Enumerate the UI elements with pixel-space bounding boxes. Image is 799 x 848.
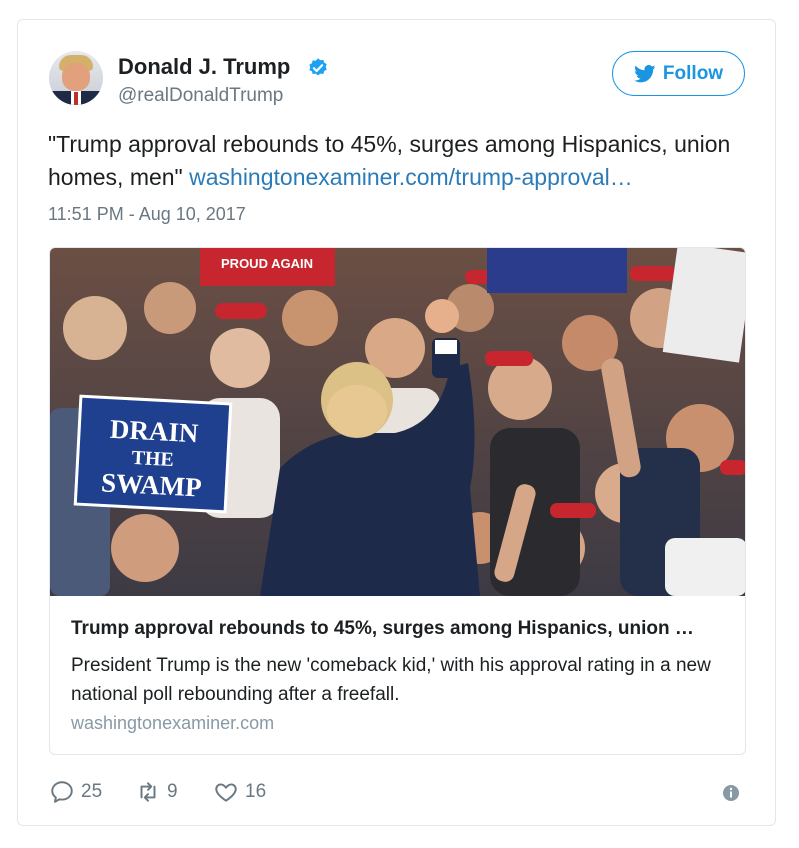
reply-button[interactable]: 25 [49,777,102,807]
drain-sign-line2: THE [131,447,174,471]
link-preview-card[interactable]: PROUD AGAIN DRAIN THE SWAMP Trump approv… [49,247,746,755]
drain-the-swamp-sign: DRAIN THE SWAMP [73,394,233,514]
drain-sign-line1: DRAIN [109,414,199,449]
author-handle[interactable]: @realDonaldTrump [118,85,283,107]
retweet-button[interactable]: 9 [135,777,178,807]
tweet-text: "Trump approval rebounds to 45%, surges … [48,128,748,194]
author-name[interactable]: Donald J. Trump [118,54,290,80]
retweet-icon [140,782,156,802]
retweet-count: 9 [167,781,178,802]
tweet-timestamp[interactable]: 11:51 PM - Aug 10, 2017 [48,204,246,225]
link-card-description: President Trump is the new 'comeback kid… [71,655,711,705]
reply-icon [51,781,73,803]
proud-sign-text: PROUD AGAIN [221,256,313,271]
twitter-bird-icon [634,64,656,82]
drain-sign-line3: SWAMP [100,467,202,502]
blue-sign [487,248,627,293]
avatar-tie [74,92,78,105]
link-card-title[interactable]: Trump approval rebounds to 45%, surges a… [71,618,731,640]
tweet-actions: 25 9 16 [49,777,749,807]
like-button[interactable]: 16 [213,777,266,807]
verified-badge-icon [309,58,327,76]
proud-again-sign: PROUD AGAIN [200,248,335,286]
avatar-face [62,63,90,91]
tweet-embed-card: Donald J. Trump @realDonaldTrump Follow … [17,19,776,826]
like-count: 16 [245,781,267,802]
follow-button[interactable]: Follow [612,51,745,96]
info-icon[interactable] [722,784,740,802]
trump-sign [662,248,745,363]
tweet-link[interactable]: washingtonexaminer.com/trump-approval… [189,164,633,190]
rally-photo[interactable]: PROUD AGAIN DRAIN THE SWAMP [50,248,746,596]
link-card-domain: washingtonexaminer.com [71,713,275,733]
author-avatar[interactable] [49,51,103,105]
follow-label: Follow [662,62,724,84]
heart-icon [215,783,237,802]
reply-count: 25 [81,781,103,802]
